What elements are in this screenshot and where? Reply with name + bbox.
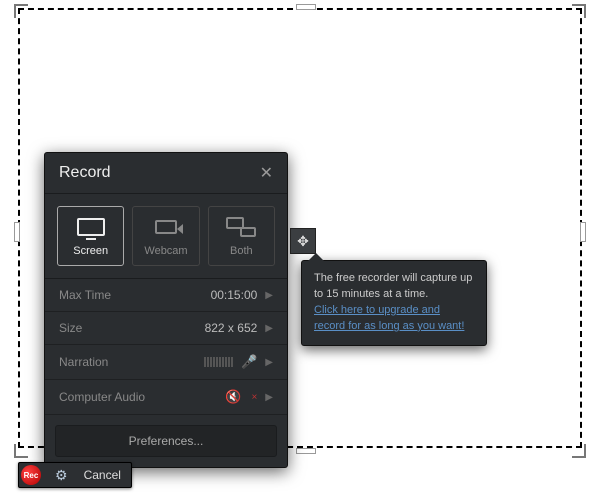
setting-maxtime[interactable]: Max Time 00:15:00 ▶ (45, 279, 287, 312)
settings-button[interactable]: ⚙ (49, 467, 74, 484)
setting-size[interactable]: Size 822 x 652 ▶ (45, 312, 287, 345)
resize-handle-left[interactable] (14, 222, 20, 242)
resize-handle-bl[interactable] (14, 444, 28, 458)
maxtime-value: 00:15:00 (211, 288, 258, 302)
record-button[interactable]: Rec (19, 463, 49, 487)
chevron-right-icon: ▶ (265, 392, 273, 403)
gear-icon: ⚙ (55, 467, 68, 483)
chevron-right-icon: ▶ (265, 357, 273, 368)
speaker-icon: 🔇 (225, 389, 241, 405)
resize-handle-tl[interactable] (14, 4, 28, 18)
webcam-icon (155, 220, 177, 234)
resize-handle-tr[interactable] (572, 4, 586, 18)
mode-webcam[interactable]: Webcam (132, 206, 199, 266)
bottom-toolbar: Rec ⚙ Cancel (18, 462, 132, 488)
tooltip-text: The free recorder will capture up to 15 … (314, 272, 472, 300)
muted-icon: × (251, 392, 257, 403)
setting-computer-audio[interactable]: Computer Audio 🔇 × ▶ (45, 380, 287, 415)
record-label: Rec (24, 471, 39, 480)
chevron-right-icon: ▶ (265, 290, 273, 301)
setting-narration[interactable]: Narration 🎤 ▶ (45, 345, 287, 380)
resize-handle-bottom[interactable] (296, 448, 316, 454)
level-meter-icon (204, 357, 233, 367)
upgrade-link[interactable]: Click here to upgrade and record for as … (314, 304, 464, 332)
resize-handle-top[interactable] (296, 4, 316, 10)
mode-both[interactable]: Both (208, 206, 275, 266)
preferences-button[interactable]: Preferences... (55, 425, 277, 457)
both-icon (226, 217, 256, 237)
panel-header: Record ✕ (45, 153, 287, 194)
move-handle[interactable]: ✥ (290, 228, 316, 254)
record-panel: Record ✕ Screen Webcam Both Max Time 00:… (44, 152, 288, 468)
resize-handle-br[interactable] (572, 444, 586, 458)
mode-webcam-label: Webcam (144, 245, 187, 257)
mode-both-label: Both (230, 245, 253, 257)
narration-label: Narration (59, 355, 108, 369)
mode-row: Screen Webcam Both (45, 194, 287, 279)
chevron-right-icon: ▶ (265, 323, 273, 334)
close-icon[interactable]: ✕ (260, 163, 273, 183)
preferences-label: Preferences... (129, 434, 204, 448)
size-label: Size (59, 321, 82, 335)
mode-screen[interactable]: Screen (57, 206, 124, 266)
move-icon: ✥ (297, 233, 309, 250)
cancel-button[interactable]: Cancel (74, 468, 131, 482)
mode-screen-label: Screen (73, 245, 108, 257)
maxtime-label: Max Time (59, 288, 111, 302)
record-icon: Rec (21, 465, 41, 485)
audio-label: Computer Audio (59, 390, 145, 404)
panel-title: Record (59, 164, 111, 182)
maxtime-tooltip: The free recorder will capture up to 15 … (301, 260, 487, 346)
cancel-label: Cancel (84, 468, 121, 482)
screen-icon (77, 218, 105, 236)
resize-handle-right[interactable] (580, 222, 586, 242)
size-value: 822 x 652 (205, 321, 258, 335)
microphone-icon: 🎤 (241, 354, 257, 370)
